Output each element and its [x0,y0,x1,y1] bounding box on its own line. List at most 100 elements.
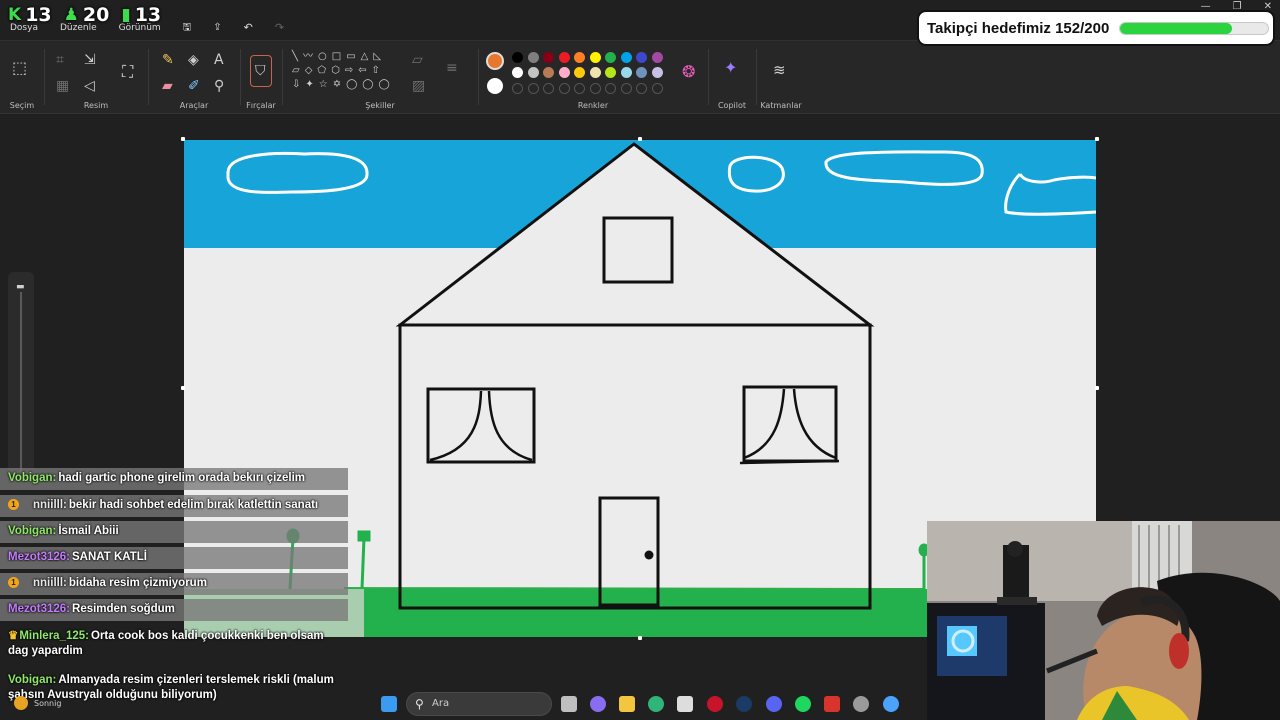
brush-icon: ⛉ [255,63,266,79]
custom-color-slot[interactable] [574,83,585,94]
settings-icon[interactable] [853,696,869,712]
shape-fill-icon[interactable]: ▨ [412,79,425,93]
palette-color[interactable] [558,67,570,78]
palette-color[interactable] [620,67,632,78]
custom-color-slot[interactable] [543,83,554,94]
redo-icon[interactable]: ↷ [275,18,284,38]
share-icon[interactable]: ⇪ [213,18,221,38]
taskbar-search[interactable]: ⚲ Ara [406,692,552,716]
ribbon: ⬚ Seçim ⌗ ⇲ ▦ ◁ ⛶ Resim ✎ ◈ A ▰ ✐ ⚲ Araç… [0,40,1280,114]
chat-message: Mezot3126SANAT KATLİ [0,547,348,569]
chat-username: nniilll [33,499,67,511]
palette-color[interactable] [527,52,539,63]
secondary-color-swatch[interactable] [487,78,503,94]
undo-icon[interactable]: ↶ [244,18,253,38]
eraser-icon[interactable]: ▰ [162,79,173,93]
layers-icon[interactable]: ≋ [773,63,786,78]
primary-color-swatch[interactable] [486,52,504,70]
group-layers: ≋ Katmanlar [756,41,806,115]
chat-username: Vobigan [8,472,56,484]
steam-icon[interactable] [736,696,752,712]
palette-color[interactable] [543,52,554,63]
palette-color[interactable] [651,67,663,78]
custom-color-slot[interactable] [512,83,523,94]
palette-color[interactable] [527,67,539,78]
folder-icon[interactable] [619,696,635,712]
spotify-icon[interactable] [795,696,811,712]
select-icon[interactable]: ⬚ [12,60,27,76]
palette-color[interactable] [558,52,570,63]
custom-color-slot[interactable] [651,83,663,94]
zoom-slider[interactable]: ▬ [8,272,34,482]
group-copilot-label: Copilot [717,101,747,110]
palette-color[interactable] [574,67,585,78]
copilot-taskbar-icon[interactable] [590,696,606,712]
palette-color[interactable] [620,52,632,63]
color-picker-icon[interactable]: ✐ [188,79,200,93]
shapes-gallery[interactable]: ╲〰○□▭△◺ ▱◇⬠⬡⇨⇦⇧ ⇩✦☆✡◯◯◯ [292,50,402,94]
custom-color-slot[interactable] [558,83,570,94]
crop-icon[interactable]: ⌗ [56,53,64,67]
custom-color-slot[interactable] [620,83,632,94]
chart-stat-value: 13 [134,4,162,26]
paint-icon[interactable] [883,696,899,712]
custom-color-slot[interactable] [636,83,647,94]
palette-color[interactable] [543,67,554,78]
rotate-icon[interactable]: ◁ [84,79,95,93]
palette-color[interactable] [512,67,523,78]
palette-color[interactable] [512,52,523,63]
group-copilot: ✦ Copilot [708,41,757,115]
resize-icon[interactable]: ⇲ [84,53,96,67]
grass-line [343,587,925,590]
palette-color[interactable] [605,52,616,63]
size-icon[interactable]: ≡ [446,61,458,75]
transparent-icon[interactable]: ▦ [56,79,69,93]
resize-handle-bottom[interactable] [638,636,642,640]
edit-colors-icon[interactable]: ❂ [682,64,695,80]
kick-stat-value: 13 [25,4,52,26]
chat-username: Minlera_125 [19,630,89,642]
brush-button[interactable]: ⛉ [250,55,272,87]
palette-color[interactable] [589,52,601,63]
palette-color[interactable] [636,67,647,78]
image-select-icon[interactable]: ⛶ [122,64,133,80]
edge-icon[interactable] [648,696,664,712]
resize-handle-top[interactable] [638,137,642,141]
pencil-icon[interactable]: ✎ [162,53,174,67]
plant-2-stem [360,537,366,590]
group-colors: ❂ Renkler [478,41,709,115]
custom-color-slot[interactable] [589,83,601,94]
task-view-icon[interactable] [561,696,577,712]
palette-color[interactable] [636,52,647,63]
zoom-track [20,292,22,472]
group-brushes-label: Fırçalar [246,101,276,110]
palette-color[interactable] [605,67,616,78]
palette-color[interactable] [574,52,585,63]
text-icon[interactable]: A [214,53,224,67]
store-icon[interactable] [677,696,693,712]
app-icon[interactable] [824,696,840,712]
opera-icon[interactable] [707,696,723,712]
palette-color[interactable] [589,67,601,78]
windows-start-icon[interactable] [381,696,397,712]
magnifier-icon[interactable]: ⚲ [214,79,224,93]
weather-widget[interactable]: Sonnig [14,696,61,710]
palette-color[interactable] [651,52,663,63]
discord-icon[interactable] [766,696,782,712]
group-shapes: ╲〰○□▭△◺ ▱◇⬠⬡⇨⇦⇧ ⇩✦☆✡◯◯◯ ▱ ▨ ≡ Şekiller [282,41,479,115]
resize-handle-right[interactable] [1095,386,1099,390]
custom-color-slot[interactable] [605,83,616,94]
save-icon[interactable]: 🖫 [183,18,192,38]
custom-color-slot[interactable] [527,83,539,94]
outline-icon[interactable]: ▱ [412,53,423,67]
chat-username: Vobigan [8,525,56,537]
copilot-icon[interactable]: ✦ [724,60,737,76]
zoom-thumb[interactable]: ▬ [16,282,25,292]
chat-message: ♛Minlera_125Orta cook bos kaldi çocukken… [0,626,348,662]
resize-handle-tr[interactable] [1095,137,1099,141]
fill-icon[interactable]: ◈ [188,53,199,67]
resize-handle-left[interactable] [181,386,185,390]
chat-message: 1 nniilllbekir hadi sohbet edelim bırak k… [0,495,348,517]
resize-handle-tl[interactable] [181,137,185,141]
sun-icon [14,696,28,710]
